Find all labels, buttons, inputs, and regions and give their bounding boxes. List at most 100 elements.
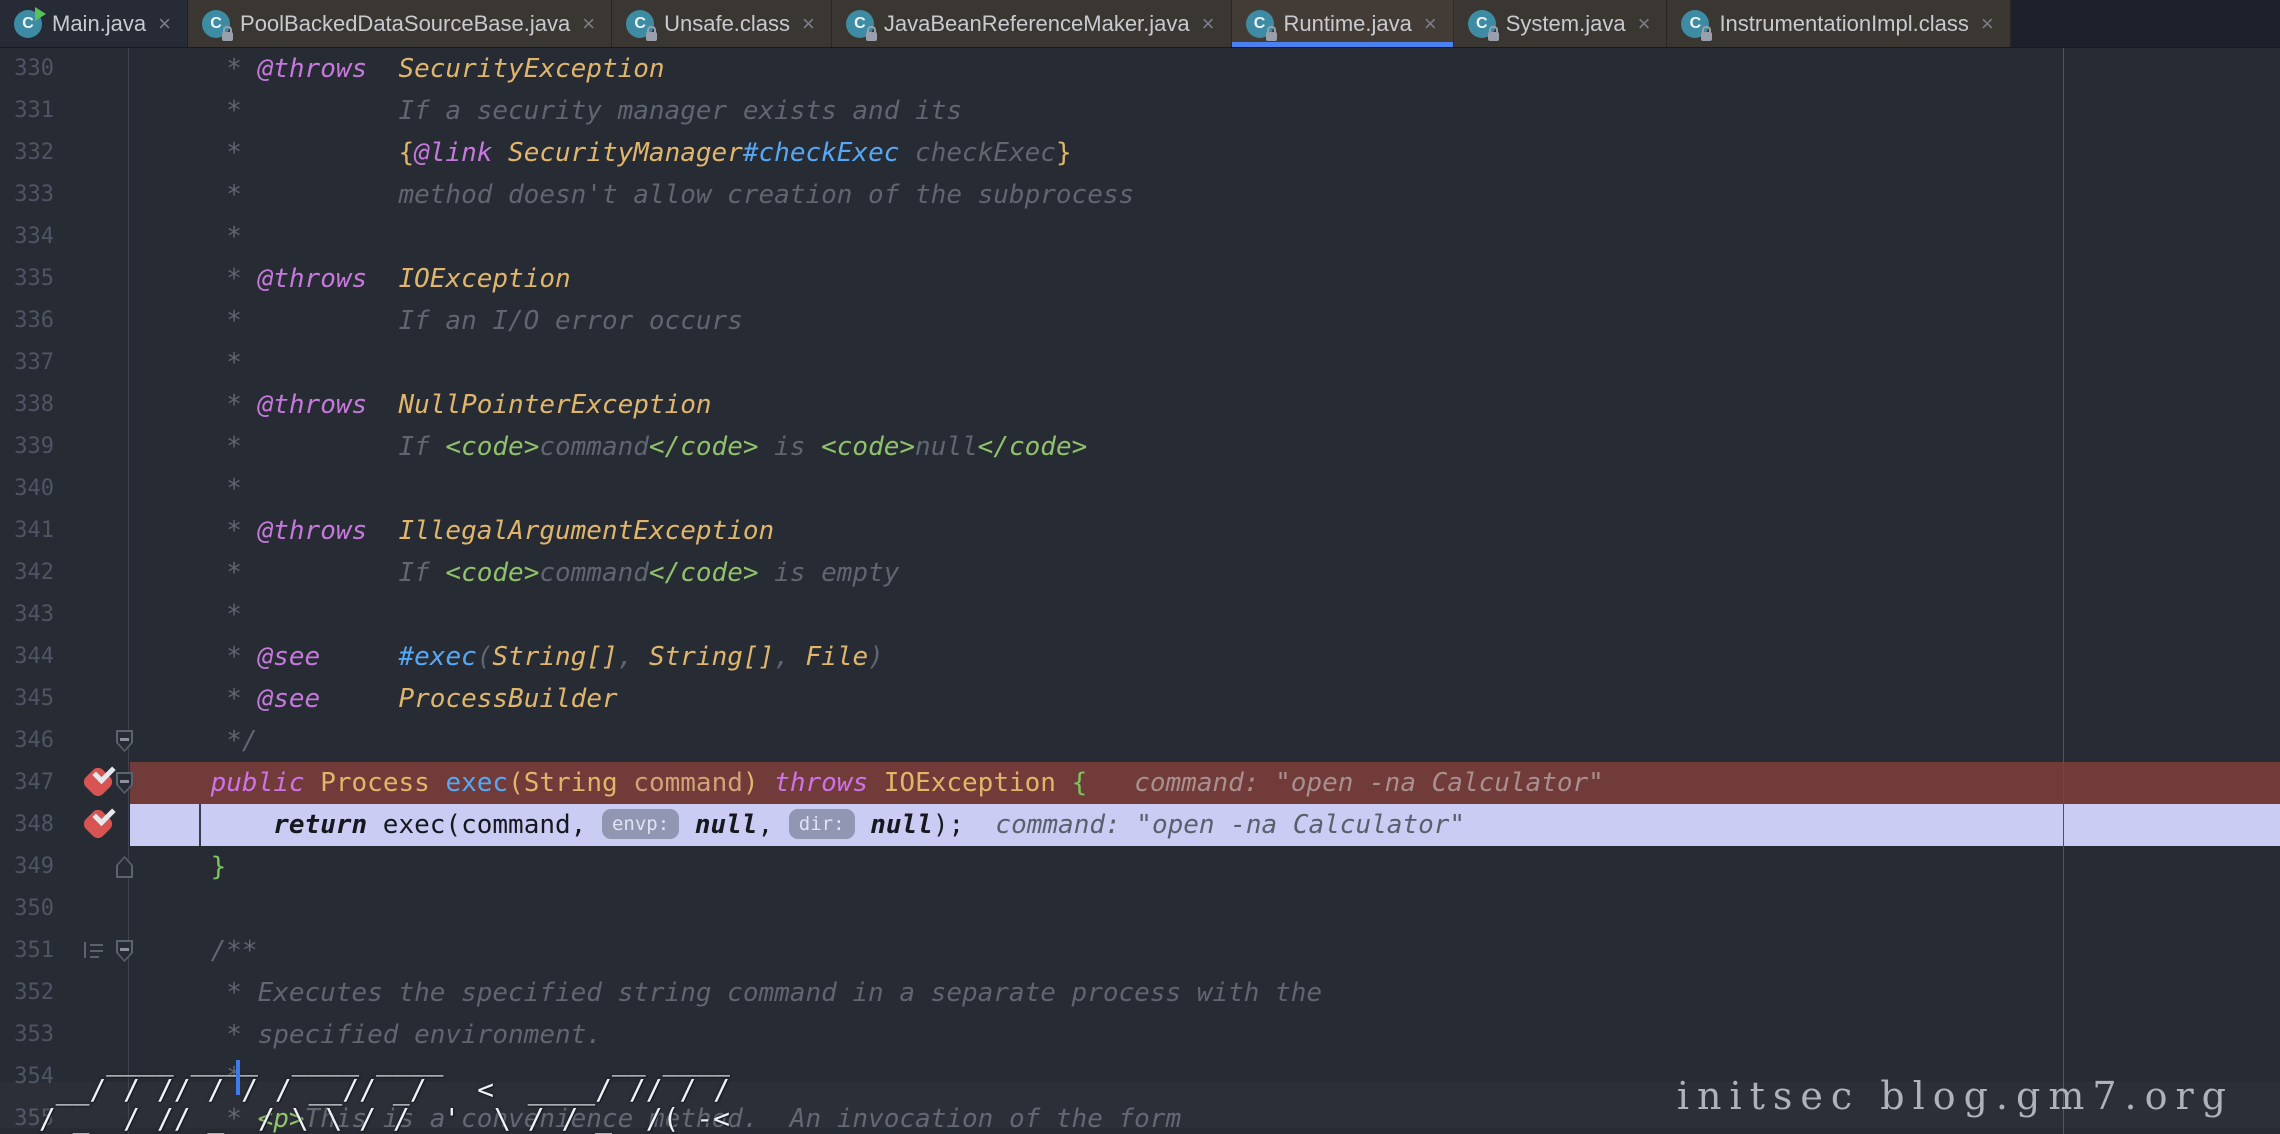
token: String xyxy=(524,768,618,798)
token: <code> xyxy=(821,432,915,462)
code-line-352[interactable]: 352 * Executes the specified string comm… xyxy=(0,972,2280,1014)
code-line-345[interactable]: 345 * @see ProcessBuilder xyxy=(0,678,2280,720)
code-text[interactable]: * If an I/O error occurs xyxy=(148,300,743,342)
code-line-334[interactable]: 334 * xyxy=(0,216,2280,258)
code-text[interactable]: * @see ProcessBuilder xyxy=(148,678,618,720)
code-line-338[interactable]: 338 * @throws NullPointerException xyxy=(0,384,2280,426)
code-line-332[interactable]: 332 * {@link SecurityManager#checkExec c… xyxy=(0,132,2280,174)
close-tab-icon[interactable]: × xyxy=(802,11,815,37)
code-text[interactable]: /** xyxy=(148,930,258,972)
code-line-340[interactable]: 340 * xyxy=(0,468,2280,510)
code-editor[interactable]: 330 * @throws SecurityException331 * If … xyxy=(0,48,2280,1134)
code-text[interactable]: * @throws SecurityException xyxy=(148,48,665,90)
code-line-348[interactable]: 348 return exec(command, envp: null, dir… xyxy=(0,804,2280,846)
code-line-339[interactable]: 339 * If <code>command</code> is <code>n… xyxy=(0,426,2280,468)
code-line-336[interactable]: 336 * If an I/O error occurs xyxy=(0,300,2280,342)
code-line-346[interactable]: 346 */ xyxy=(0,720,2280,762)
tab-instrumentationimpl-class[interactable]: CInstrumentationImpl.class× xyxy=(1667,0,2010,47)
line-number[interactable]: 334 xyxy=(0,216,54,258)
tab-main-java[interactable]: CMain.java× xyxy=(0,0,188,47)
line-number[interactable]: 348 xyxy=(0,804,54,846)
line-number[interactable]: 343 xyxy=(0,594,54,636)
code-line-331[interactable]: 331 * If a security manager exists and i… xyxy=(0,90,2280,132)
tab-runtime-java[interactable]: CRuntime.java× xyxy=(1232,0,1454,47)
line-number[interactable]: 331 xyxy=(0,90,54,132)
code-text[interactable]: } xyxy=(148,846,226,888)
close-tab-icon[interactable]: × xyxy=(1202,11,1215,37)
gutter-lines-icon[interactable] xyxy=(84,942,106,960)
close-tab-icon[interactable]: × xyxy=(1638,11,1651,37)
code-text[interactable]: * xyxy=(148,342,242,384)
token: } xyxy=(1056,138,1072,168)
token: * xyxy=(148,600,242,630)
line-number[interactable]: 335 xyxy=(0,258,54,300)
token: SecurityException xyxy=(398,54,664,84)
line-number[interactable]: 345 xyxy=(0,678,54,720)
tab-javabeanreferencemaker-java[interactable]: CJavaBeanReferenceMaker.java× xyxy=(832,0,1232,47)
code-line-335[interactable]: 335 * @throws IOException xyxy=(0,258,2280,300)
code-text[interactable]: * {@link SecurityManager#checkExec check… xyxy=(148,132,1072,174)
token: ); xyxy=(933,810,964,840)
line-number[interactable]: 344 xyxy=(0,636,54,678)
line-number[interactable]: 349 xyxy=(0,846,54,888)
code-text[interactable]: return exec(command, envp: null, dir: nu… xyxy=(148,804,1465,846)
code-text[interactable]: * xyxy=(148,594,242,636)
code-text[interactable]: * xyxy=(148,468,242,510)
code-text[interactable]: * If <code>command</code> is empty xyxy=(148,552,899,594)
token: command xyxy=(539,558,649,588)
code-line-337[interactable]: 337 * xyxy=(0,342,2280,384)
tab-poolbackeddatasourcebase-java[interactable]: CPoolBackedDataSourceBase.java× xyxy=(188,0,612,47)
breakpoint-verified-icon[interactable] xyxy=(86,770,110,794)
tab-label: System.java xyxy=(1506,11,1626,37)
code-text[interactable]: * If a security manager exists and its xyxy=(148,90,962,132)
parameter-name-hint: dir: xyxy=(789,809,855,839)
token xyxy=(367,264,398,294)
code-line-333[interactable]: 333 * method doesn't allow creation of t… xyxy=(0,174,2280,216)
line-number[interactable]: 340 xyxy=(0,468,54,510)
line-number[interactable]: 337 xyxy=(0,342,54,384)
token: @link xyxy=(414,138,492,168)
code-text[interactable]: public Process exec(String command) thro… xyxy=(148,762,1604,804)
close-tab-icon[interactable]: × xyxy=(1424,11,1437,37)
token xyxy=(1056,768,1072,798)
code-text[interactable]: */ xyxy=(148,720,258,762)
line-number[interactable]: 332 xyxy=(0,132,54,174)
line-number[interactable]: 330 xyxy=(0,48,54,90)
close-tab-icon[interactable]: × xyxy=(1981,11,1994,37)
code-line-351[interactable]: 351 /** xyxy=(0,930,2280,972)
close-tab-icon[interactable]: × xyxy=(582,11,595,37)
line-number[interactable]: 338 xyxy=(0,384,54,426)
close-tab-icon[interactable]: × xyxy=(158,11,171,37)
code-text[interactable]: * @see #exec(String[], String[], File) xyxy=(148,636,884,678)
code-line-341[interactable]: 341 * @throws IllegalArgumentException xyxy=(0,510,2280,552)
code-line-350[interactable]: 350 xyxy=(0,888,2280,930)
breakpoint-verified-icon[interactable] xyxy=(86,812,110,836)
line-number[interactable]: 346 xyxy=(0,720,54,762)
line-number[interactable]: 333 xyxy=(0,174,54,216)
code-text[interactable]: * Executes the specified string command … xyxy=(148,972,1322,1014)
code-line-349[interactable]: 349 } xyxy=(0,846,2280,888)
code-text[interactable]: * If <code>command</code> is <code>null<… xyxy=(148,426,1087,468)
code-line-344[interactable]: 344 * @see #exec(String[], String[], Fil… xyxy=(0,636,2280,678)
code-text[interactable]: * @throws IllegalArgumentException xyxy=(148,510,774,552)
tab-system-java[interactable]: CSystem.java× xyxy=(1454,0,1668,47)
token: exec xyxy=(445,768,508,798)
line-number[interactable]: 339 xyxy=(0,426,54,468)
line-number[interactable]: 347 xyxy=(0,762,54,804)
line-number[interactable]: 342 xyxy=(0,552,54,594)
line-number[interactable]: 352 xyxy=(0,972,54,1014)
code-line-330[interactable]: 330 * @throws SecurityException xyxy=(0,48,2280,90)
code-text[interactable]: * @throws IOException xyxy=(148,258,571,300)
code-text[interactable]: * xyxy=(148,216,242,258)
code-line-342[interactable]: 342 * If <code>command</code> is empty xyxy=(0,552,2280,594)
line-number[interactable]: 350 xyxy=(0,888,54,930)
code-text[interactable]: * @throws NullPointerException xyxy=(148,384,712,426)
line-number[interactable]: 351 xyxy=(0,930,54,972)
line-number[interactable]: 336 xyxy=(0,300,54,342)
tab-unsafe-class[interactable]: CUnsafe.class× xyxy=(612,0,832,47)
debugger-inline-value: command: "open -na Calculator" xyxy=(1087,768,1604,798)
line-number[interactable]: 341 xyxy=(0,510,54,552)
code-line-343[interactable]: 343 * xyxy=(0,594,2280,636)
code-text[interactable]: * method doesn't allow creation of the s… xyxy=(148,174,1134,216)
code-line-347[interactable]: 347 public Process exec(String command) … xyxy=(0,762,2280,804)
